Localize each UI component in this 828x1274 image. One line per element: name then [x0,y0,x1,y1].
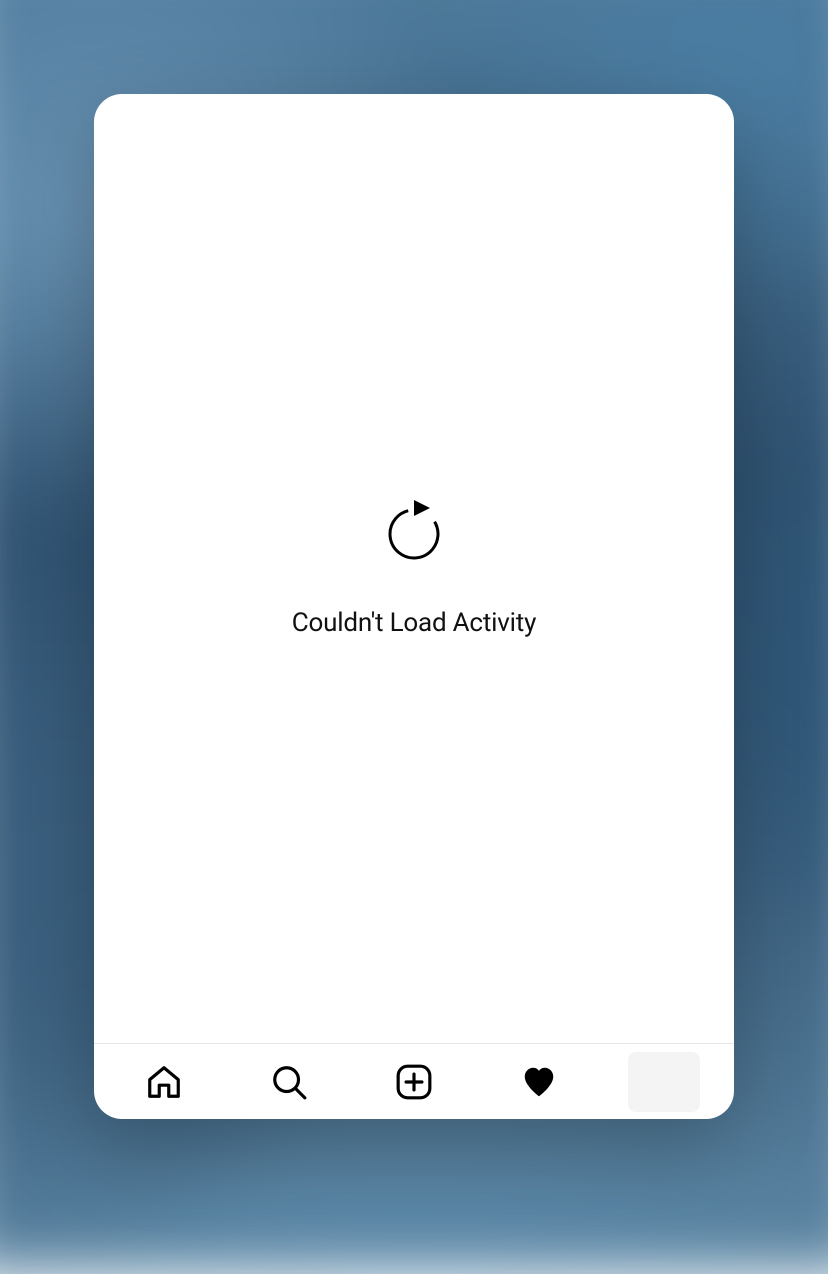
search-icon [270,1063,308,1101]
refresh-icon [388,500,440,560]
tab-profile[interactable] [628,1052,700,1112]
home-icon [145,1063,183,1101]
refresh-button[interactable] [388,500,440,560]
tab-home[interactable] [128,1052,200,1112]
activity-card: Couldn't Load Activity [94,94,734,1119]
avatar-icon [628,1052,700,1112]
tab-search[interactable] [253,1052,325,1112]
error-message: Couldn't Load Activity [292,608,536,638]
bottom-tab-bar [94,1043,734,1119]
plus-square-icon [395,1063,433,1101]
error-state: Couldn't Load Activity [94,94,734,1043]
heart-icon [520,1063,558,1101]
tab-create[interactable] [378,1052,450,1112]
tab-activity[interactable] [503,1052,575,1112]
